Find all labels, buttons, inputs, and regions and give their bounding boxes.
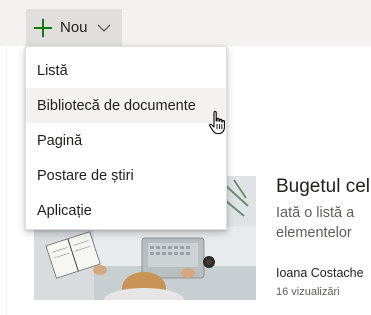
menu-item-list[interactable]: Listă [26,53,226,88]
chevron-down-icon [97,24,110,32]
new-button-label: Nou [60,19,88,36]
news-description: Iată o listă a elementelor [276,203,371,243]
menu-item-news-post[interactable]: Postare de știri [26,158,226,193]
news-title[interactable]: Bugetul cel [276,176,370,198]
news-views: 16 vizualizări [276,286,340,298]
news-author[interactable]: Ioana Costache [276,266,364,280]
plus-icon [34,18,52,37]
left-divider [6,47,7,315]
menu-item-page[interactable]: Pagină [26,123,226,158]
news-description-line-1: Iată o listă a [276,205,355,221]
new-dropdown-menu: Listă Bibliotecă de documente Pagină Pos… [25,46,227,230]
hand-pointer-cursor-icon [209,110,225,135]
news-description-line-2: elementelor [276,225,352,241]
menu-item-document-library[interactable]: Bibliotecă de documente [26,88,226,123]
new-button[interactable]: Nou [26,9,122,46]
menu-item-app[interactable]: Aplicație [26,193,226,228]
